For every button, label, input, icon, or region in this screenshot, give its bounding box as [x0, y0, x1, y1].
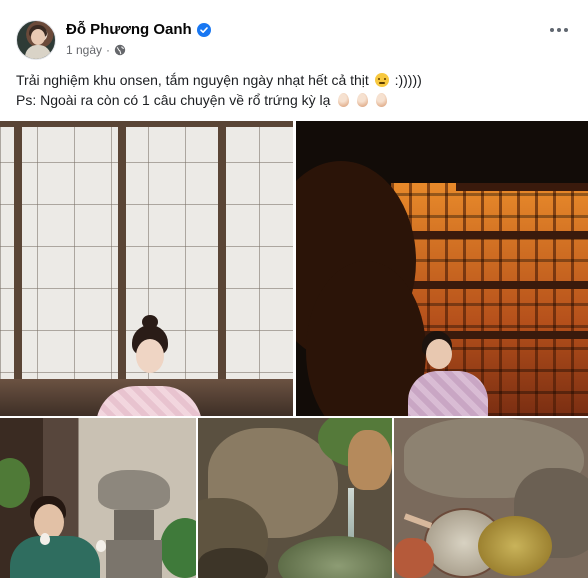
- stone-lantern: [98, 470, 170, 578]
- lantern-middle: [114, 510, 154, 540]
- avatar-body: [25, 45, 51, 59]
- photo-grid: [0, 121, 588, 578]
- spring-water: [478, 516, 552, 576]
- avatar-face: [31, 29, 45, 45]
- lantern-base: [106, 540, 162, 578]
- stone-basin: [278, 536, 392, 578]
- photo-kimono-shoji-room[interactable]: [0, 121, 293, 416]
- meta-separator: ·: [106, 43, 111, 57]
- post-timestamp[interactable]: 1 ngày: [66, 43, 102, 57]
- post-text-line-2: Ps: Ngoài ra còn có 1 câu chuyện về rổ t…: [16, 90, 576, 110]
- photo-eggs-stone-lantern[interactable]: [0, 418, 196, 578]
- more-options-icon[interactable]: [550, 28, 568, 32]
- bamboo-spout: [348, 430, 392, 490]
- post-caption-tail: :))))): [394, 72, 422, 88]
- beam: [14, 121, 22, 381]
- author-row: Đỗ Phương Oanh: [66, 21, 211, 38]
- post-text-line-1: Trải nghiệm khu onsen, tắm nguyện ngày n…: [16, 70, 576, 90]
- face: [426, 339, 452, 369]
- more-dot: [557, 28, 561, 32]
- photo-egg-basket-hot-spring[interactable]: [394, 418, 588, 578]
- author-name[interactable]: Đỗ Phương Oanh: [66, 21, 192, 38]
- more-dot: [564, 28, 568, 32]
- beam: [0, 121, 293, 127]
- face: [34, 504, 64, 540]
- crying-face-emoji: [374, 73, 389, 87]
- photo-stone-water-fountain[interactable]: [198, 418, 392, 578]
- photo-night-temple[interactable]: [296, 121, 588, 416]
- hair-bun: [142, 315, 158, 329]
- kimono: [408, 371, 488, 416]
- facebook-post: Đỗ Phương Oanh 1 ngày · Trải nghiệm khu …: [0, 0, 588, 578]
- author-avatar[interactable]: [16, 20, 56, 60]
- more-dot: [550, 28, 554, 32]
- post-text: Trải nghiệm khu onsen, tắm nguyện ngày n…: [16, 70, 576, 110]
- egg: [40, 533, 50, 545]
- beam: [218, 121, 226, 381]
- egg-emoji: [338, 93, 350, 107]
- roof: [456, 183, 588, 191]
- post-meta: 1 ngày ·: [66, 43, 126, 57]
- egg-emoji: [376, 93, 388, 107]
- post-ps-text: Ps: Ngoài ra còn có 1 câu chuyện về rổ t…: [16, 92, 331, 108]
- egg-emoji: [357, 93, 369, 107]
- wooden-rod: [403, 513, 433, 529]
- globe-icon[interactable]: [114, 44, 126, 56]
- verified-badge-icon: [196, 22, 211, 37]
- roof: [396, 281, 588, 289]
- beam: [118, 121, 126, 381]
- green-kimono: [10, 536, 100, 578]
- roof: [406, 231, 588, 239]
- red-cloth: [394, 538, 434, 578]
- face: [136, 339, 164, 373]
- lantern-top: [98, 470, 170, 510]
- post-caption: Trải nghiệm khu onsen, tắm nguyện ngày n…: [16, 72, 369, 88]
- egg: [96, 540, 106, 552]
